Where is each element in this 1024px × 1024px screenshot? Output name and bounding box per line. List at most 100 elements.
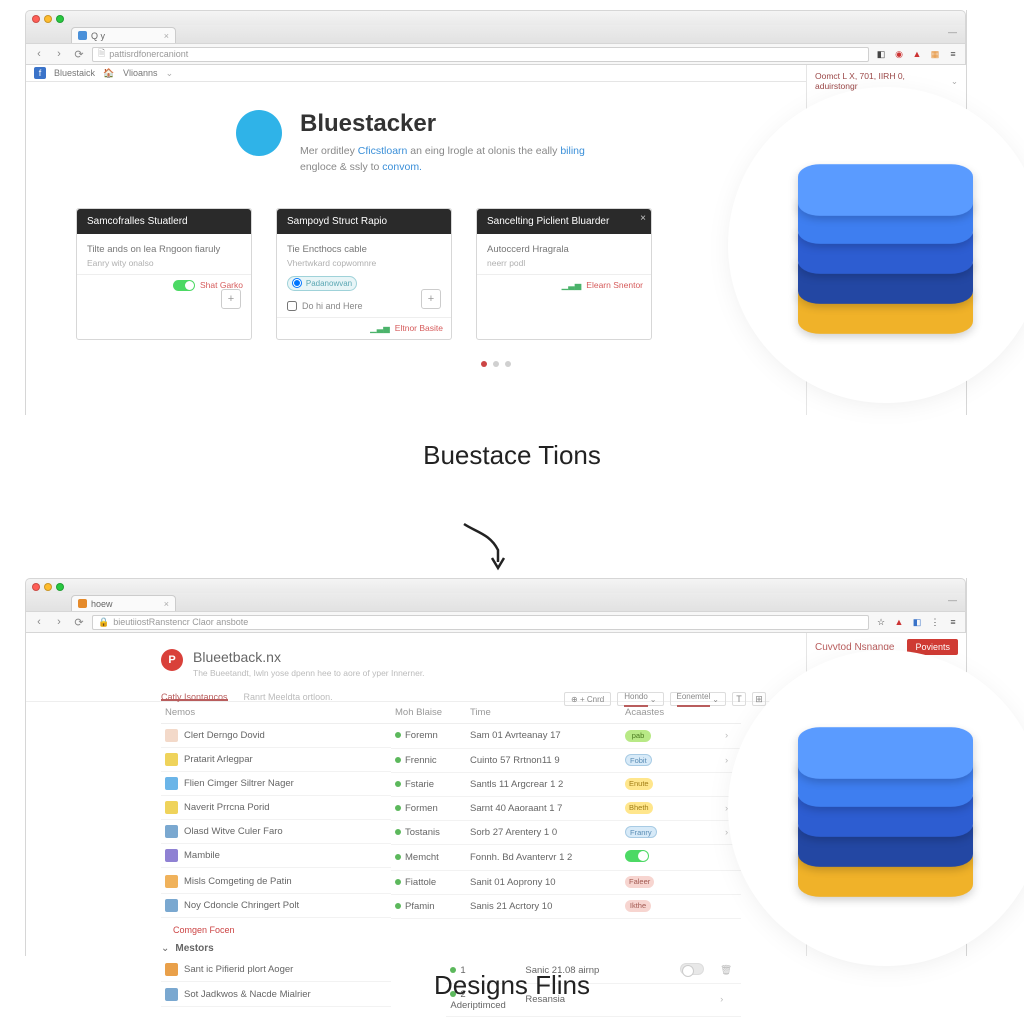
add-button[interactable]: + — [421, 289, 441, 309]
row-action[interactable] — [721, 894, 741, 918]
product-logo — [736, 658, 1024, 958]
brand-icon[interactable]: f — [34, 67, 46, 79]
chevron-down-icon[interactable]: ⌄ — [166, 68, 174, 79]
close-icon[interactable]: × — [640, 213, 646, 224]
link[interactable]: biling — [560, 145, 585, 157]
add-button[interactable]: + — [221, 289, 241, 309]
col-state[interactable]: Moh Blaise — [391, 702, 466, 724]
row-icon — [165, 753, 178, 766]
card-subline: Eanry wity onalso — [87, 258, 241, 268]
browser-tab[interactable]: Q y × — [71, 27, 176, 43]
close-icon[interactable]: × — [164, 31, 169, 41]
minimize-icon[interactable]: — — [948, 595, 957, 605]
reload-button[interactable]: ⟳ — [72, 615, 86, 629]
browser-tab[interactable]: hoew × — [71, 595, 176, 611]
url-text: pattisrdfonercaniont — [109, 49, 188, 59]
lock-icon: 🔒 — [98, 617, 109, 628]
back-button[interactable]: ‹ — [32, 47, 46, 61]
row-action[interactable]: › — [721, 724, 741, 749]
table-row[interactable]: Olasd Witve Culer FaroTostanisSorb 27 Ar… — [161, 820, 741, 844]
card-line: Tie Encthocs cable — [287, 244, 441, 255]
minimize-icon[interactable]: — — [948, 27, 957, 37]
row-name: Noy Cdoncle Chringert Polt — [184, 900, 299, 911]
ext-icon[interactable]: ◉ — [893, 48, 905, 60]
table-row[interactable]: Misls Comgeting de PatinFiattoleSanit 01… — [161, 870, 741, 894]
bookmark-label[interactable]: Vlioanns — [123, 68, 158, 78]
row-action[interactable]: › — [721, 748, 741, 772]
urlbar: ‹ › ⟳ 🗎 pattisrdfonercaniont ◧ ◉ ▲ ▦ ≡ — [25, 43, 966, 65]
ext-icon[interactable]: ◧ — [911, 616, 923, 628]
primary-button[interactable]: Povients — [907, 639, 958, 655]
row-icon — [165, 875, 178, 888]
row-access — [621, 844, 721, 870]
traffic-lights[interactable] — [32, 583, 64, 591]
bookmark-icon[interactable]: 🏠 — [103, 67, 115, 79]
tab-item[interactable]: Catly Isontancos — [161, 692, 228, 701]
row-action[interactable] — [721, 844, 741, 870]
ext-icon[interactable]: ☆ — [875, 616, 887, 628]
table-row[interactable]: Noy Cdoncle Chringert PoltPfaminSanis 21… — [161, 894, 741, 918]
filter-button[interactable]: ⊕ + Cnrd — [564, 692, 611, 706]
address-bar[interactable]: 🔒 bieutiiostRanstencr Claor ansbote — [92, 615, 869, 630]
table-row[interactable]: Flien Cimger Siltrer NagerFstarieSantls … — [161, 772, 741, 796]
filter-icon[interactable]: ⊞ — [752, 692, 766, 706]
ext-icon[interactable]: ▲ — [893, 616, 905, 628]
radio[interactable] — [292, 278, 302, 288]
page-title: Blueetback.nx — [193, 649, 425, 665]
row-action[interactable] — [721, 870, 741, 894]
card-subline: Vhertwkard copwomnre — [287, 258, 441, 268]
filter-icon[interactable]: T — [732, 692, 746, 706]
reload-button[interactable]: ⟳ — [72, 47, 86, 61]
forward-button[interactable]: › — [52, 47, 66, 61]
row-state: Fiattole — [405, 877, 436, 888]
row-time: Fonnh. Bd Avantervr 1 2 — [466, 844, 621, 870]
card[interactable]: Sancelting Piclient Bluarder×Autoccerd H… — [476, 208, 652, 340]
table-row[interactable]: Pratarit ArlegparFrennicCuinto 57 Rrtnon… — [161, 748, 741, 772]
row-state: Frennic — [405, 755, 437, 766]
card[interactable]: Sampoyd Struct RapioTie Encthocs cableVh… — [276, 208, 452, 340]
card-foot-label: Eltnor Basite — [395, 323, 443, 333]
ext-icon[interactable]: ▲ — [911, 48, 923, 60]
tab-item[interactable]: Ranrt Meeldta ortloon. — [244, 692, 333, 701]
ext-icon[interactable]: ▦ — [929, 48, 941, 60]
caption-top: Buestace Tions — [0, 440, 1024, 471]
row-icon — [165, 825, 178, 838]
toggle[interactable] — [173, 280, 195, 291]
favicon — [78, 599, 87, 608]
row-icon — [165, 849, 178, 862]
ext-icon[interactable]: ⋮ — [929, 616, 941, 628]
chevron-down-icon[interactable]: ⌄ — [951, 76, 958, 87]
row-name: Clert Derngo Dovid — [184, 730, 265, 741]
filter-button[interactable]: Eonemtel ⌄ — [670, 692, 727, 706]
forward-button[interactable]: › — [52, 615, 66, 629]
checkbox[interactable] — [287, 301, 297, 311]
table-row[interactable]: Naverit Prrcna PoridFormenSarnt 40 Aaora… — [161, 796, 741, 820]
arrow-icon — [456, 520, 516, 575]
checkbox-row[interactable]: Do hi and Here — [287, 301, 441, 311]
card-header: Samcofralles Stuatlerd — [77, 209, 251, 234]
card[interactable]: Samcofralles StuatlerdTilte ands on lea … — [76, 208, 252, 340]
status-pill: Enute — [625, 778, 653, 790]
toggle[interactable] — [625, 850, 649, 862]
page-icon: 🗎 — [98, 46, 105, 62]
status-dot-icon — [395, 757, 401, 763]
chip[interactable]: Padanowvan — [287, 276, 357, 291]
card-subline: neerr podl — [487, 258, 641, 268]
menu-icon[interactable]: ≡ — [947, 48, 959, 60]
menu-icon[interactable]: ≡ — [947, 616, 959, 628]
close-icon[interactable]: × — [164, 599, 169, 609]
row-state: Foremn — [405, 730, 438, 741]
traffic-lights[interactable] — [32, 15, 64, 23]
row-time: Sarnt 40 Aaoraant 1 7 — [466, 796, 621, 820]
address-bar[interactable]: 🗎 pattisrdfonercaniont — [92, 47, 869, 62]
filter-button[interactable]: Hondo ⌄ — [617, 692, 663, 706]
link[interactable]: Cficstloarn — [358, 145, 408, 157]
table-row[interactable]: Clert Derngo DovidForemnSam 01 Avrteanay… — [161, 724, 741, 749]
brand-label[interactable]: Bluestaick — [54, 68, 95, 78]
back-button[interactable]: ‹ — [32, 615, 46, 629]
ext-icon[interactable]: ◧ — [875, 48, 887, 60]
link[interactable]: convom. — [382, 161, 422, 173]
col-name[interactable]: Nemos — [161, 702, 391, 724]
table-row[interactable]: MambileMemchtFonnh. Bd Avantervr 1 2 — [161, 844, 741, 870]
row-icon — [165, 899, 178, 912]
